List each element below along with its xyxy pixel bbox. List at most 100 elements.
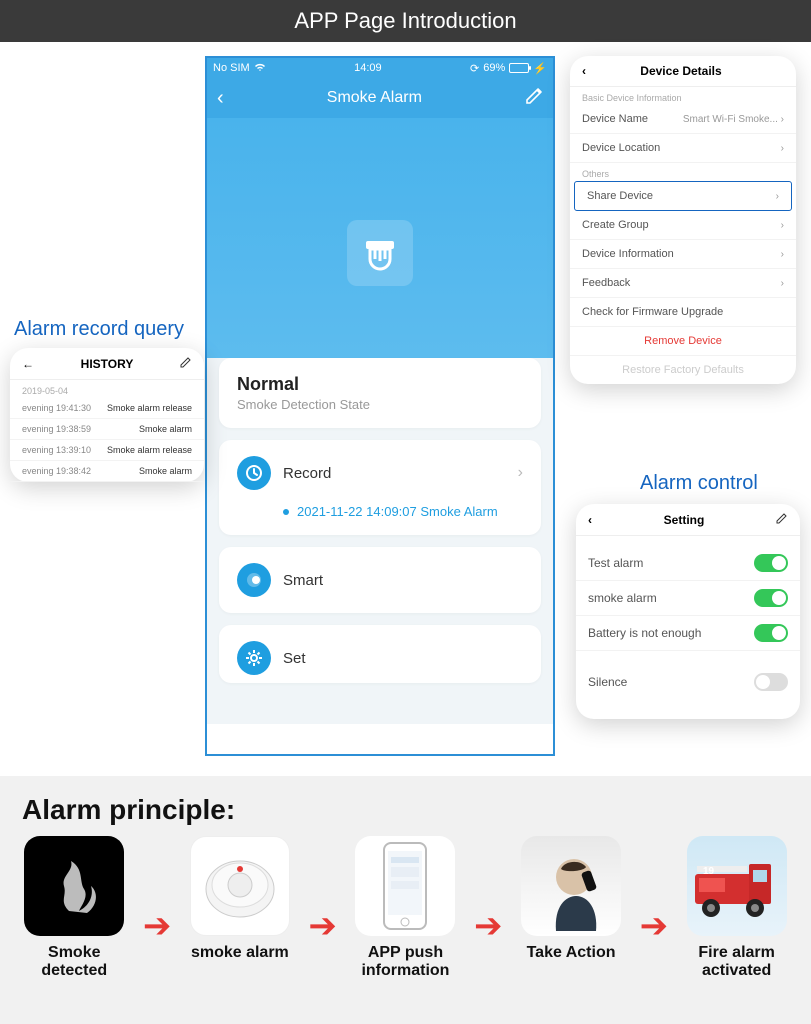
firetruck-image: 19 — [687, 836, 787, 936]
firmware-label: Check for Firmware Upgrade — [582, 306, 723, 318]
back-icon[interactable]: ‹ — [217, 87, 224, 110]
step-fire-alarm: 19 Fire alarm activated — [677, 836, 797, 981]
back-icon[interactable]: ‹ — [588, 513, 592, 527]
row-share-device[interactable]: Share Device › — [574, 181, 792, 211]
row-device-location[interactable]: Device Location › — [570, 134, 796, 163]
record-entry-text: 2021-11-22 14:09:07 Smoke Alarm — [297, 504, 498, 519]
history-row: evening 19:38:42Smoke alarm — [10, 461, 204, 482]
row-device-info[interactable]: Device Information › — [570, 240, 796, 269]
sync-icon: ⟳ — [470, 62, 479, 75]
clock-icon — [237, 456, 271, 490]
smoke-sensor-icon — [347, 220, 413, 286]
record-entry: 2021-11-22 14:09:07 Smoke Alarm — [283, 504, 523, 519]
set-label: Set — [283, 650, 523, 667]
smoke-image — [24, 836, 124, 936]
step-label: Take Action — [511, 944, 631, 962]
toggle-switch[interactable] — [754, 589, 788, 607]
app-title: Smoke Alarm — [327, 89, 422, 107]
carrier-text: No SIM — [213, 62, 250, 74]
settings-item-label: Silence — [588, 675, 627, 689]
step-label: Fire alarm activated — [677, 944, 797, 981]
create-group-label: Create Group — [582, 219, 649, 231]
row-restore[interactable]: Restore Factory Defaults — [570, 356, 796, 384]
app-header: ‹ Smoke Alarm — [207, 78, 553, 118]
share-device-label: Share Device — [587, 190, 653, 202]
smart-card[interactable]: Smart — [219, 547, 541, 613]
charging-icon: ⚡ — [533, 62, 547, 75]
arrow-icon: ➔ — [640, 906, 669, 946]
status-subtitle: Smoke Detection State — [237, 397, 523, 412]
device-info-label: Device Information — [582, 248, 674, 260]
hero-area — [207, 118, 553, 388]
smart-icon — [237, 563, 271, 597]
step-app-push: APP push information — [345, 836, 465, 981]
device-location-label: Device Location — [582, 142, 660, 154]
set-card[interactable]: Set — [219, 625, 541, 683]
step-take-action: Take Action — [511, 836, 631, 962]
callout-alarm-control: Alarm control — [640, 472, 758, 495]
back-icon[interactable]: ← — [22, 357, 34, 371]
battery-icon — [509, 63, 529, 73]
back-icon[interactable]: ‹ — [582, 64, 586, 78]
step-label: Smoke detected — [14, 944, 134, 981]
record-label: Record — [283, 465, 506, 482]
history-title: HISTORY — [81, 357, 134, 371]
settings-title: Setting — [664, 513, 705, 527]
settings-row[interactable]: Silence — [576, 665, 800, 699]
settings-row[interactable]: smoke alarm — [576, 581, 800, 616]
history-row: evening 19:38:59Smoke alarm — [10, 419, 204, 440]
gear-icon — [237, 641, 271, 675]
device-name-label: Device Name — [582, 113, 648, 125]
step-label: APP push information — [345, 944, 465, 981]
edit-icon[interactable] — [525, 87, 543, 110]
remove-device-label: Remove Device — [644, 335, 722, 347]
history-row: evening 13:39:10Smoke alarm release — [10, 440, 204, 461]
wifi-icon — [254, 62, 266, 75]
row-remove-device[interactable]: Remove Device — [570, 327, 796, 356]
restore-label: Restore Factory Defaults — [622, 364, 744, 376]
clock-text: 14:09 — [354, 62, 382, 74]
toggle-switch[interactable] — [754, 554, 788, 572]
principle-heading: Alarm principle: — [0, 776, 811, 832]
history-date: 2019-05-04 — [10, 380, 204, 398]
status-title: Normal — [237, 374, 523, 395]
edit-icon[interactable] — [776, 512, 788, 527]
smart-label: Smart — [283, 572, 523, 589]
device-details-panel: ‹ Device Details Basic Device Informatio… — [570, 56, 796, 384]
row-firmware[interactable]: Check for Firmware Upgrade — [570, 298, 796, 327]
principle-section: Alarm principle: Smoke detected ➔ smoke … — [0, 776, 811, 1024]
device-name-value: Smart Wi-Fi Smoke... — [683, 114, 778, 125]
settings-header: ‹ Setting — [576, 504, 800, 536]
settings-row[interactable]: Battery is not enough — [576, 616, 800, 651]
person-image — [521, 836, 621, 936]
cards-container: Normal Smoke Detection State Record › 20… — [207, 358, 553, 724]
toggle-switch[interactable] — [754, 624, 788, 642]
chevron-right-icon: › — [518, 464, 523, 482]
arrow-icon: ➔ — [308, 906, 337, 946]
row-create-group[interactable]: Create Group › — [570, 211, 796, 240]
settings-item-label: smoke alarm — [588, 591, 657, 605]
callout-alarm-record: Alarm record query — [14, 318, 184, 341]
section-basic: Basic Device Information — [570, 87, 796, 105]
history-row: evening 19:41:30Smoke alarm release — [10, 398, 204, 419]
settings-item-label: Test alarm — [588, 556, 643, 570]
feedback-label: Feedback — [582, 277, 630, 289]
row-feedback[interactable]: Feedback › — [570, 269, 796, 298]
edit-icon[interactable] — [180, 356, 192, 371]
arrow-icon: ➔ — [143, 906, 172, 946]
step-smoke-detected: Smoke detected — [14, 836, 134, 981]
history-panel: ← HISTORY 2019-05-04 evening 19:41:30Smo… — [10, 348, 204, 482]
toggle-switch[interactable] — [754, 673, 788, 691]
section-others: Others — [570, 163, 796, 181]
settings-item-label: Battery is not enough — [588, 626, 701, 640]
battery-text: 69% — [483, 62, 505, 74]
settings-row[interactable]: Test alarm — [576, 546, 800, 581]
status-card: Normal Smoke Detection State — [219, 358, 541, 428]
row-device-name[interactable]: Device Name Smart Wi-Fi Smoke... › — [570, 105, 796, 134]
step-smoke-alarm: smoke alarm — [180, 836, 300, 962]
arrow-icon: ➔ — [474, 906, 503, 946]
record-card[interactable]: Record › 2021-11-22 14:09:07 Smoke Alarm — [219, 440, 541, 535]
page-title: APP Page Introduction — [0, 0, 811, 42]
status-bar: No SIM 14:09 ⟳ 69% ⚡ — [207, 58, 553, 78]
phone-image — [355, 836, 455, 936]
